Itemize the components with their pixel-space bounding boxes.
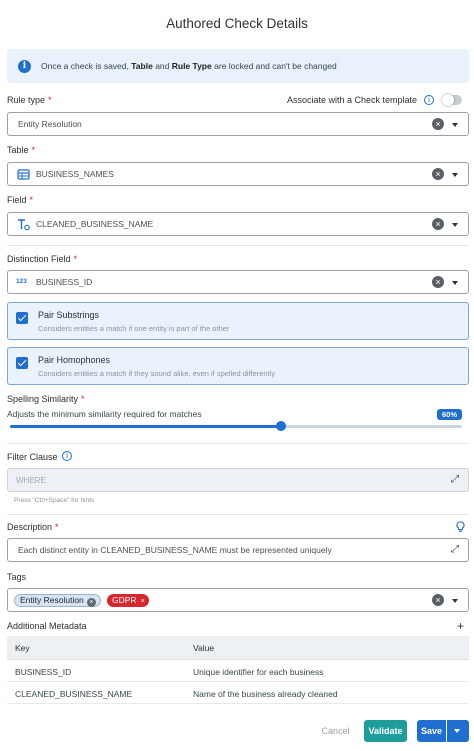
remove-tag-icon[interactable]: ×	[141, 598, 145, 605]
check-template-toggle[interactable]	[442, 94, 462, 106]
table-value: BUSINESS_NAMES	[36, 169, 114, 179]
dialog-title: Authored Check Details	[166, 16, 308, 31]
chevron-down-icon[interactable]	[452, 281, 458, 285]
number-type-icon: 123	[16, 278, 27, 285]
lightbulb-icon[interactable]	[456, 521, 465, 533]
description-value: Each distinct entity in CLEANED_BUSINESS…	[18, 545, 332, 555]
table-icon	[17, 169, 30, 180]
table-header: Key Value	[7, 636, 469, 660]
pair-substrings-checkbox[interactable]	[16, 312, 28, 324]
expand-icon[interactable]: ⤢	[450, 475, 460, 485]
add-icon[interactable]: +	[457, 619, 464, 633]
metadata-label: Additional Metadata	[7, 621, 87, 631]
tag-chip[interactable]: Entity Resolution ×	[14, 594, 101, 607]
pair-substrings-title: Pair Substrings	[38, 310, 100, 320]
rule-type-label: Rule type *	[7, 95, 52, 105]
table-select[interactable]: BUSINESS_NAMES ×	[7, 162, 469, 186]
save-button[interactable]: Save	[417, 720, 446, 742]
clear-icon[interactable]: ×	[432, 118, 444, 130]
spelling-similarity-label: Spelling Similarity *	[7, 394, 85, 404]
similarity-slider-thumb[interactable]	[276, 421, 287, 431]
pair-homophones-title: Pair Homophones	[38, 355, 111, 365]
clear-icon[interactable]: ×	[432, 168, 444, 180]
chevron-down-icon[interactable]	[452, 173, 458, 177]
filter-clause-label: Filter Clause	[7, 452, 58, 462]
field-value: CLEANED_BUSINESS_NAME	[36, 219, 154, 229]
info-banner: i Once a check is saved, Table and Rule …	[7, 49, 469, 83]
cancel-button[interactable]: Cancel	[313, 720, 358, 742]
remove-tag-icon[interactable]: ×	[86, 598, 96, 607]
metadata-value: Unique identifier for each business	[193, 667, 324, 677]
info-icon[interactable]: i	[62, 451, 72, 461]
pair-substrings-description: Considers entities a match if one entity…	[38, 324, 230, 333]
field-select[interactable]: CLEANED_BUSINESS_NAME ×	[7, 212, 469, 236]
rule-type-value: Entity Resolution	[18, 119, 82, 129]
chevron-down-icon	[454, 729, 460, 733]
text-field-icon	[18, 219, 30, 231]
validate-button[interactable]: Validate	[364, 720, 407, 742]
pair-homophones-option[interactable]: Pair Homophones Considers entities a mat…	[7, 347, 469, 385]
info-icon: i	[18, 59, 31, 73]
column-header-value: Value	[193, 643, 215, 653]
pair-substrings-option[interactable]: Pair Substrings Considers entities a mat…	[7, 302, 469, 340]
clear-icon[interactable]: ×	[432, 218, 444, 230]
column-header-key: Key	[15, 643, 30, 653]
slider-value-badge: 60%	[437, 409, 462, 420]
metadata-key: CLEANED_BUSINESS_NAME	[15, 689, 133, 699]
section-divider	[7, 245, 469, 246]
description-label: Description *	[7, 522, 59, 532]
metadata-key: BUSINESS_ID	[15, 667, 72, 677]
save-options-button[interactable]	[447, 720, 469, 742]
tag-chip[interactable]: GDPR ×	[107, 594, 149, 607]
check-template-label: Associate with a Check template	[287, 95, 418, 105]
clear-icon[interactable]: ×	[432, 276, 444, 288]
section-divider	[7, 443, 469, 444]
description-input[interactable]: Each distinct entity in CLEANED_BUSINESS…	[7, 538, 469, 562]
field-label: Field *	[7, 195, 34, 205]
similarity-slider-fill	[10, 425, 282, 428]
info-icon[interactable]: i	[424, 95, 434, 105]
spelling-similarity-description: Adjusts the minimum similarity required …	[7, 409, 202, 419]
filter-hint: Press "Ctrl+Space" for hints	[14, 497, 95, 504]
similarity-slider-track[interactable]	[10, 425, 462, 428]
metadata-value: Name of the business already cleaned	[193, 689, 338, 699]
distinction-field-value: BUSINESS_ID	[36, 277, 93, 287]
chevron-down-icon[interactable]	[452, 599, 458, 603]
pair-homophones-description: Considers entities a match if they sound…	[38, 369, 276, 378]
table-row[interactable]: BUSINESS_ID Unique identifier for each b…	[7, 660, 469, 682]
distinction-field-label: Distinction Field *	[7, 254, 78, 264]
distinction-field-select[interactable]: 123 BUSINESS_ID ×	[7, 270, 469, 294]
info-banner-text: Once a check is saved, Table and Rule Ty…	[41, 61, 337, 71]
clear-icon[interactable]: ×	[432, 594, 444, 606]
section-divider	[7, 514, 469, 515]
expand-icon[interactable]: ⤢	[450, 545, 460, 555]
table-row[interactable]: CLEANED_BUSINESS_NAME Name of the busine…	[7, 682, 469, 704]
pair-homophones-checkbox[interactable]	[16, 357, 28, 369]
filter-clause-input[interactable]: WHERE ⤢	[7, 468, 469, 492]
chevron-down-icon[interactable]	[452, 123, 458, 127]
rule-type-select[interactable]: Entity Resolution ×	[7, 112, 469, 136]
tags-label: Tags	[7, 572, 27, 582]
filter-clause-placeholder: WHERE	[16, 476, 46, 485]
metadata-table: Key Value BUSINESS_ID Unique identifier …	[7, 636, 469, 704]
table-label: Table *	[7, 145, 36, 155]
chevron-down-icon[interactable]	[452, 223, 458, 227]
